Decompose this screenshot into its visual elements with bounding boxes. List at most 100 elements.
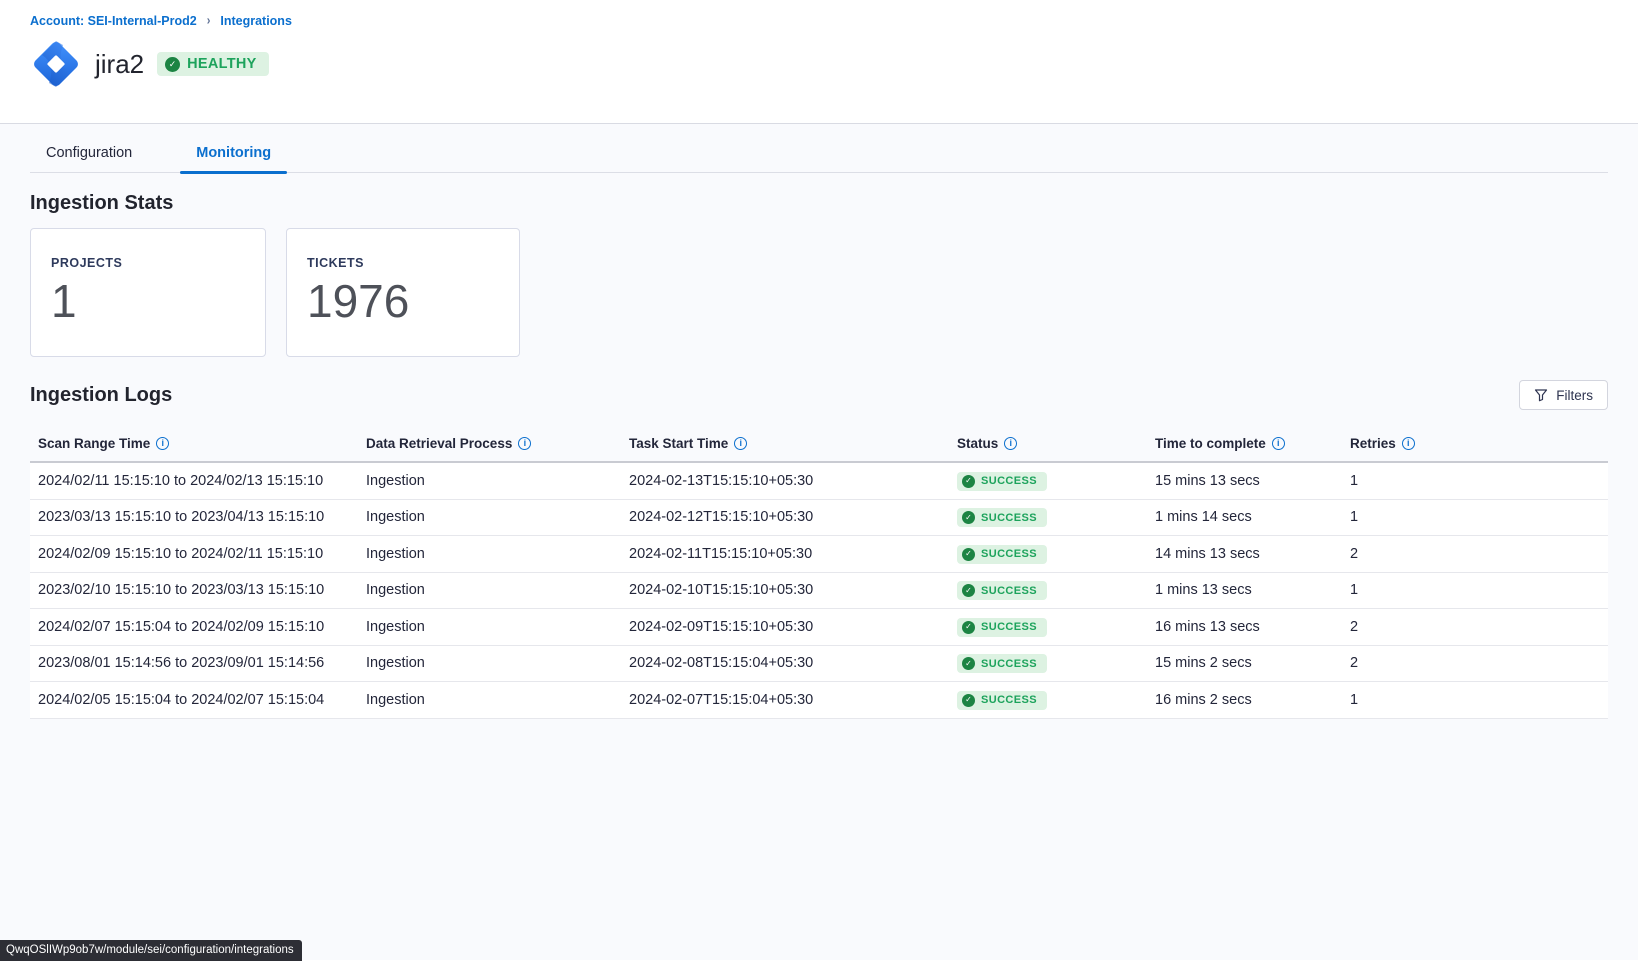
table-row[interactable]: 2023/08/01 15:14:56 to 2023/09/01 15:14:…	[30, 646, 1608, 683]
cell-task-start-time: 2024-02-11T15:15:10+05:30	[629, 546, 957, 562]
table-row[interactable]: 2024/02/07 15:15:04 to 2024/02/09 15:15:…	[30, 609, 1608, 646]
column-header-task-start-time: Task Start Time i	[629, 436, 957, 451]
stat-cards: PROJECTS 1 TICKETS 1976	[30, 228, 1608, 357]
check-icon: ✓	[962, 475, 975, 488]
status-badge-label: SUCCESS	[981, 585, 1037, 597]
cell-time-to-complete: 16 mins 2 secs	[1155, 692, 1350, 708]
status-badge-label: SUCCESS	[981, 694, 1037, 706]
cell-retries: 1	[1350, 692, 1608, 708]
cell-retries: 1	[1350, 582, 1608, 598]
status-badge: ✓ SUCCESS	[957, 691, 1047, 710]
cell-task-start-time: 2024-02-09T15:15:10+05:30	[629, 619, 957, 635]
cell-time-to-complete: 14 mins 13 secs	[1155, 546, 1350, 562]
ingestion-logs-header: Ingestion Logs Filters	[30, 380, 1608, 410]
chevron-right-icon: ›	[207, 14, 211, 28]
cell-scan-range-time: 2023/08/01 15:14:56 to 2023/09/01 15:14:…	[30, 655, 366, 671]
info-icon[interactable]: i	[734, 437, 747, 450]
cell-scan-range-time: 2024/02/09 15:15:10 to 2024/02/11 15:15:…	[30, 546, 366, 562]
cell-scan-range-time: 2024/02/11 15:15:10 to 2024/02/13 15:15:…	[30, 473, 366, 489]
filters-button[interactable]: Filters	[1519, 380, 1608, 410]
cell-time-to-complete: 1 mins 13 secs	[1155, 582, 1350, 598]
table-row[interactable]: 2024/02/11 15:15:10 to 2024/02/13 15:15:…	[30, 463, 1608, 500]
cell-time-to-complete: 15 mins 2 secs	[1155, 655, 1350, 671]
link-preview-status-bar: QwqOSlIWp9ob7w/module/sei/configuration/…	[0, 940, 302, 961]
status-badge: ✓ SUCCESS	[957, 508, 1047, 527]
table-body: 2024/02/11 15:15:10 to 2024/02/13 15:15:…	[30, 463, 1608, 719]
content-area: Configuration Monitoring Ingestion Stats…	[0, 124, 1638, 960]
check-icon: ✓	[962, 511, 975, 524]
title-row: jira2 ✓ HEALTHY	[30, 37, 1608, 91]
breadcrumb-account-link[interactable]: Account: SEI-Internal-Prod2	[30, 14, 197, 28]
table-header-row: Scan Range TimeiData Retrieval ProcessiT…	[30, 423, 1608, 463]
cell-retries: 2	[1350, 619, 1608, 635]
column-header-time-to-complete: Time to complete i	[1155, 436, 1350, 451]
cell-data-retrieval-process: Ingestion	[366, 619, 629, 635]
table-row[interactable]: 2023/03/13 15:15:10 to 2023/04/13 15:15:…	[30, 500, 1608, 537]
cell-scan-range-time: 2023/03/13 15:15:10 to 2023/04/13 15:15:…	[30, 509, 366, 525]
status-badge: ✓ SUCCESS	[957, 545, 1047, 564]
stat-card-value: 1	[51, 278, 245, 324]
cell-status: ✓ SUCCESS	[957, 544, 1155, 564]
status-badge-label: SUCCESS	[981, 548, 1037, 560]
cell-status: ✓ SUCCESS	[957, 508, 1155, 528]
filters-button-label: Filters	[1556, 388, 1593, 403]
ingestion-stats-heading: Ingestion Stats	[30, 192, 1608, 215]
column-header-label: Status	[957, 436, 998, 451]
info-icon[interactable]: i	[156, 437, 169, 450]
status-badge: ✓ SUCCESS	[957, 581, 1047, 600]
check-icon: ✓	[962, 694, 975, 707]
cell-data-retrieval-process: Ingestion	[366, 692, 629, 708]
check-icon: ✓	[165, 57, 180, 72]
cell-time-to-complete: 16 mins 13 secs	[1155, 619, 1350, 635]
check-icon: ✓	[962, 657, 975, 670]
cell-scan-range-time: 2024/02/07 15:15:04 to 2024/02/09 15:15:…	[30, 619, 366, 635]
table-row[interactable]: 2024/02/05 15:15:04 to 2024/02/07 15:15:…	[30, 682, 1608, 719]
cell-data-retrieval-process: Ingestion	[366, 546, 629, 562]
status-badge-label: SUCCESS	[981, 658, 1037, 670]
page-header: Account: SEI-Internal-Prod2 › Integratio…	[0, 0, 1638, 124]
column-header-data-retrieval-process: Data Retrieval Process i	[366, 436, 629, 451]
stat-card-projects: PROJECTS 1	[30, 228, 266, 357]
cell-retries: 2	[1350, 546, 1608, 562]
status-badge: ✓ SUCCESS	[957, 654, 1047, 673]
column-header-status: Statusi	[957, 436, 1155, 451]
funnel-icon	[1534, 388, 1548, 402]
cell-data-retrieval-process: Ingestion	[366, 473, 629, 489]
stat-card-value: 1976	[307, 278, 499, 324]
integration-title: jira2	[95, 49, 144, 80]
table-row[interactable]: 2024/02/09 15:15:10 to 2024/02/11 15:15:…	[30, 536, 1608, 573]
column-header-label: Scan Range Time	[38, 436, 150, 451]
health-status-badge: ✓ HEALTHY	[157, 52, 269, 76]
info-icon[interactable]: i	[518, 437, 531, 450]
breadcrumb-integrations-link[interactable]: Integrations	[220, 14, 292, 28]
cell-time-to-complete: 15 mins 13 secs	[1155, 473, 1350, 489]
cell-task-start-time: 2024-02-07T15:15:04+05:30	[629, 692, 957, 708]
status-badge-label: SUCCESS	[981, 512, 1037, 524]
tab-bar: Configuration Monitoring	[30, 124, 1608, 173]
column-header-label: Time to complete	[1155, 436, 1266, 451]
status-badge-label: SUCCESS	[981, 475, 1037, 487]
info-icon[interactable]: i	[1004, 437, 1017, 450]
column-header-label: Data Retrieval Process	[366, 436, 512, 451]
cell-task-start-time: 2024-02-12T15:15:10+05:30	[629, 509, 957, 525]
ingestion-logs-table: Scan Range TimeiData Retrieval ProcessiT…	[30, 423, 1608, 719]
status-badge: ✓ SUCCESS	[957, 618, 1047, 637]
cell-scan-range-time: 2024/02/05 15:15:04 to 2024/02/07 15:15:…	[30, 692, 366, 708]
column-header-retries: Retries i	[1350, 436, 1608, 451]
tab-configuration[interactable]: Configuration	[30, 145, 148, 172]
cell-status: ✓ SUCCESS	[957, 690, 1155, 710]
column-header-scan-range-time: Scan Range Time i	[30, 436, 366, 451]
cell-status: ✓ SUCCESS	[957, 617, 1155, 637]
info-icon[interactable]: i	[1272, 437, 1285, 450]
cell-data-retrieval-process: Ingestion	[366, 509, 629, 525]
status-badge-label: SUCCESS	[981, 621, 1037, 633]
column-header-label: Task Start Time	[629, 436, 728, 451]
tab-monitoring[interactable]: Monitoring	[180, 145, 287, 172]
status-badge: ✓ SUCCESS	[957, 472, 1047, 491]
cell-status: ✓ SUCCESS	[957, 654, 1155, 674]
cell-task-start-time: 2024-02-10T15:15:10+05:30	[629, 582, 957, 598]
info-icon[interactable]: i	[1402, 437, 1415, 450]
table-row[interactable]: 2023/02/10 15:15:10 to 2023/03/13 15:15:…	[30, 573, 1608, 610]
column-header-label: Retries	[1350, 436, 1396, 451]
cell-status: ✓ SUCCESS	[957, 471, 1155, 491]
